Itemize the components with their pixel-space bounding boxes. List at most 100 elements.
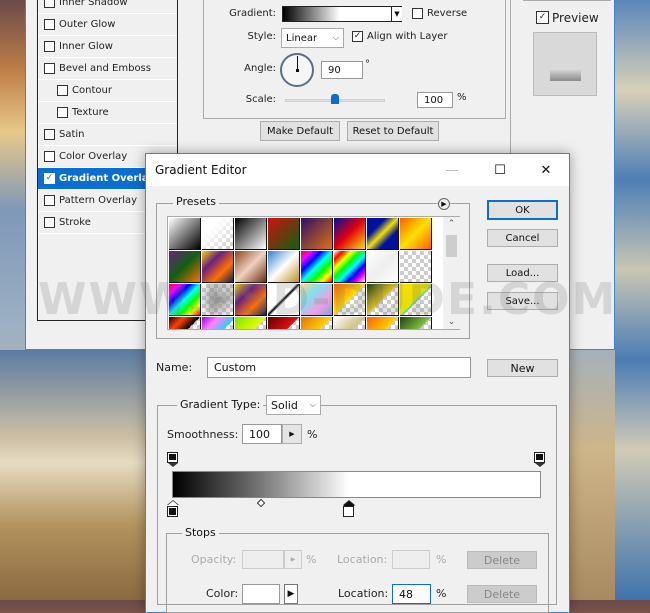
angle-dial[interactable] [280, 53, 314, 87]
opacity-input[interactable] [242, 550, 284, 569]
scroll-up-icon[interactable]: ⌃ [443, 217, 460, 231]
opacity-popup-arrow[interactable]: ▶ [284, 550, 302, 569]
align-with-layer-checkbox[interactable]: ✓ [352, 31, 363, 42]
style-item[interactable]: Outer Glow [38, 14, 177, 36]
preset-swatch[interactable] [169, 218, 201, 250]
style-checkbox[interactable] [44, 63, 55, 74]
preset-swatch[interactable] [235, 251, 267, 283]
style-checkbox[interactable] [44, 217, 55, 228]
style-item[interactable]: Contour [38, 80, 177, 102]
style-item[interactable]: Inner Glow [38, 36, 177, 58]
preset-swatch[interactable] [367, 251, 399, 283]
preset-swatch[interactable] [334, 218, 366, 250]
preset-swatch[interactable] [301, 218, 333, 250]
style-checkbox[interactable] [44, 195, 55, 206]
style-checkbox[interactable] [57, 107, 68, 118]
gradient-picker[interactable] [282, 6, 402, 22]
preview-checkbox[interactable]: ✓ [536, 11, 549, 24]
preset-swatch[interactable] [400, 284, 432, 316]
color-popup-arrow[interactable]: ▶ [284, 584, 298, 604]
style-item-label: Outer Glow [59, 19, 116, 30]
new-style-button-edge[interactable] [523, 0, 611, 1]
save-button[interactable]: Save... [487, 292, 558, 310]
preset-swatch[interactable] [202, 317, 234, 329]
smoothness-popup-arrow[interactable]: ▶ [282, 424, 302, 444]
color-stop[interactable] [167, 501, 179, 517]
preset-swatch[interactable] [268, 251, 300, 283]
gradient-type-select[interactable]: Solid ⌵ [266, 395, 321, 415]
opacity-delete-button[interactable]: Delete [467, 551, 537, 569]
preset-swatch[interactable] [334, 284, 366, 316]
style-checkbox[interactable] [44, 0, 55, 8]
cancel-button[interactable]: Cancel [487, 229, 558, 247]
style-item[interactable]: Texture [38, 102, 177, 124]
preset-swatch[interactable] [169, 251, 201, 283]
presets-scrollbar[interactable]: ⌃ ⌄ [443, 217, 460, 329]
preset-swatch[interactable] [235, 218, 267, 250]
scroll-down-icon[interactable]: ⌄ [443, 315, 460, 329]
preset-swatch[interactable] [400, 251, 432, 283]
opacity-location-unit: % [436, 553, 447, 566]
preset-swatch[interactable] [202, 284, 234, 316]
name-input[interactable]: Custom [207, 357, 471, 378]
style-checkbox[interactable] [44, 19, 55, 30]
style-checkbox[interactable] [57, 85, 68, 96]
preset-swatch[interactable] [268, 218, 300, 250]
close-icon[interactable]: ✕ [536, 160, 556, 180]
preset-swatch[interactable] [334, 317, 366, 329]
color-label: Color: [206, 587, 239, 600]
scroll-thumb[interactable] [446, 235, 457, 257]
color-stop[interactable] [343, 501, 356, 517]
preset-swatch[interactable] [301, 251, 333, 283]
scale-slider-thumb[interactable] [331, 94, 339, 104]
presets-menu-icon[interactable]: ▶ [438, 198, 450, 210]
preset-swatch[interactable] [169, 317, 201, 329]
load-button[interactable]: Load... [487, 264, 558, 282]
make-default-button[interactable]: Make Default [260, 121, 340, 141]
preset-swatch[interactable] [367, 218, 399, 250]
preset-swatch[interactable] [202, 218, 234, 250]
preset-swatch[interactable] [301, 284, 333, 316]
gradient-dropdown-arrow[interactable]: ▼ [391, 7, 402, 21]
style-checkbox[interactable] [44, 129, 55, 140]
color-swatch[interactable] [242, 584, 280, 604]
preset-swatch[interactable] [301, 317, 333, 329]
smoothness-input[interactable]: 100 [242, 424, 282, 444]
preset-swatch[interactable] [202, 251, 234, 283]
style-item[interactable]: Satin [38, 124, 177, 146]
preset-swatch[interactable] [268, 284, 300, 316]
color-delete-button[interactable]: Delete [467, 585, 537, 603]
preset-swatch[interactable] [367, 284, 399, 316]
style-checkbox[interactable]: ✓ [44, 173, 55, 184]
preset-swatch[interactable] [400, 218, 432, 250]
style-select[interactable]: Linear ⌵ [281, 28, 344, 48]
new-button[interactable]: New [487, 359, 558, 377]
reset-to-default-button[interactable]: Reset to Default [347, 121, 439, 141]
style-checkbox[interactable] [44, 41, 55, 52]
reverse-label: Reverse [427, 8, 468, 19]
opacity-stop[interactable] [534, 452, 545, 467]
preset-swatch[interactable] [268, 317, 300, 329]
angle-center [296, 69, 299, 72]
preset-swatch[interactable] [400, 317, 432, 329]
smoothness-label: Smoothness: [167, 428, 239, 441]
presets-grid [167, 216, 460, 330]
preset-swatch[interactable] [235, 284, 267, 316]
preset-swatch[interactable] [334, 251, 366, 283]
style-item[interactable]: Bevel and Emboss [38, 58, 177, 80]
maximize-icon[interactable]: ☐ [490, 160, 510, 180]
minimize-icon[interactable]: — [442, 160, 462, 180]
opacity-location-input[interactable] [392, 550, 430, 569]
angle-input[interactable]: 90 [321, 61, 363, 79]
style-checkbox[interactable] [44, 151, 55, 162]
gradient-bar[interactable] [172, 471, 541, 498]
opacity-stop[interactable] [167, 452, 178, 467]
ok-button[interactable]: OK [487, 200, 558, 220]
reverse-checkbox[interactable] [412, 8, 423, 19]
style-item[interactable]: Inner Shadow [38, 0, 177, 14]
preset-swatch[interactable] [169, 284, 201, 316]
color-location-input[interactable]: 48 [392, 584, 431, 604]
scale-input[interactable]: 100 [417, 92, 453, 108]
preset-swatch[interactable] [367, 317, 399, 329]
preset-swatch[interactable] [235, 317, 267, 329]
